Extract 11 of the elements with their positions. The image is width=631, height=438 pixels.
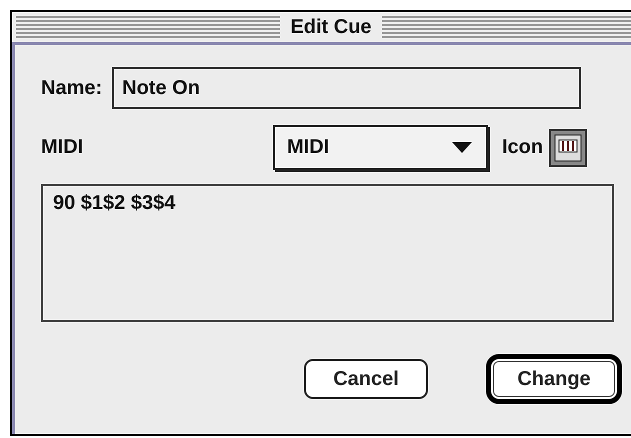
keyboard-icon[interactable] [549,128,588,166]
midi-dropdown[interactable]: MIDI [273,125,488,170]
message-text-area[interactable]: 90 $1$2 $3$4 [41,184,614,322]
caret-icon [452,142,472,153]
dialog-button[interactable]: Cancel [304,359,428,399]
field-label: Name: [41,76,102,100]
window-title: Edit Cue [290,16,372,38]
name-field[interactable]: Note On [112,67,582,109]
icon-label: Icon [502,136,544,159]
field-label: MIDI [41,136,84,159]
default-button[interactable]: Change [486,354,622,404]
